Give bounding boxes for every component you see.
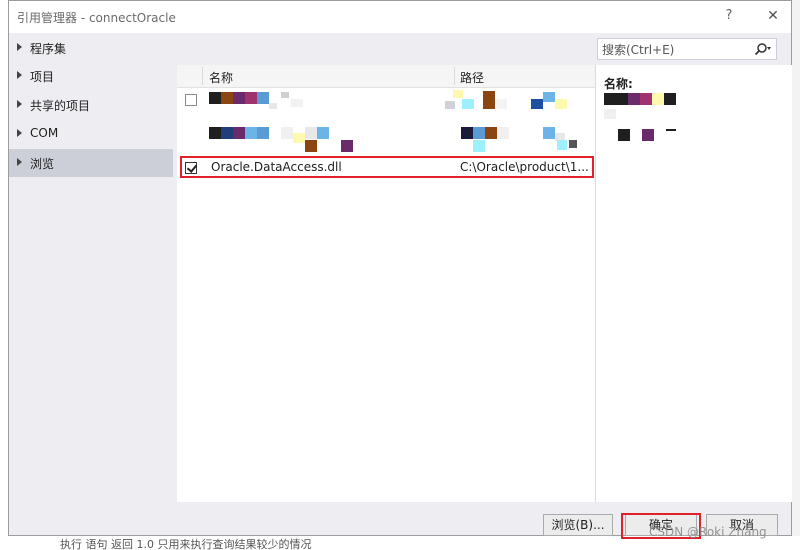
expand-arrow-icon: [17, 100, 22, 108]
close-button[interactable]: ✕: [761, 5, 785, 27]
table-row-selected[interactable]: Oracle.DataAccess.dll C:\Oracle\product\…: [177, 157, 595, 179]
background-text: 执行 语句 返回 1.0 只用来执行查询结果较少的情况: [60, 538, 312, 550]
column-header-name[interactable]: 名称: [209, 69, 233, 86]
window-title: 引用管理器 - connectOracle: [17, 11, 176, 25]
sidebar-item-shared-projects[interactable]: 共享的项目: [9, 91, 173, 119]
column-separator: [202, 67, 203, 85]
row-name: Oracle.DataAccess.dll: [211, 160, 342, 174]
column-header-path[interactable]: 路径: [460, 69, 484, 86]
sidebar-item-label: 项目: [30, 70, 55, 84]
help-button[interactable]: ?: [717, 5, 741, 27]
row-checkbox[interactable]: [185, 94, 197, 106]
row-checkbox-checked[interactable]: [185, 162, 197, 174]
expand-arrow-icon: [17, 71, 22, 79]
expand-arrow-icon: [17, 158, 22, 166]
search-box: [597, 38, 777, 60]
sidebar-item-assemblies[interactable]: 程序集: [9, 34, 173, 62]
sidebar-item-label: 浏览: [30, 157, 55, 171]
title-bar: 引用管理器 - connectOracle ? ✕: [9, 1, 791, 33]
table-row[interactable]: [177, 89, 595, 111]
search-icon[interactable]: [754, 42, 772, 56]
browse-button[interactable]: 浏览(B)...: [543, 514, 613, 536]
column-separator[interactable]: [454, 67, 455, 85]
row-path: C:\Oracle\product\1...: [460, 160, 589, 174]
sidebar-item-projects[interactable]: 项目: [9, 62, 173, 90]
sidebar-item-com[interactable]: COM: [9, 120, 173, 148]
sidebar-item-label: 程序集: [30, 42, 67, 56]
watermark: CSDN @Roki Zhang: [649, 525, 767, 539]
expand-arrow-icon: [17, 129, 22, 137]
table-row[interactable]: [177, 121, 595, 152]
search-input[interactable]: [600, 41, 754, 59]
list-header: 名称 路径: [177, 65, 595, 88]
background-editor-strip: [0, 0, 8, 550]
detail-panel: 名称:: [595, 65, 792, 502]
background-right-strip: [792, 0, 800, 550]
sidebar-item-browse[interactable]: 浏览: [9, 149, 173, 177]
sidebar-item-label: COM: [30, 126, 59, 140]
detail-name-label: 名称:: [604, 77, 633, 91]
sidebar-item-label: 共享的项目: [30, 99, 91, 113]
expand-arrow-icon: [17, 43, 22, 51]
sidebar: 程序集 项目 共享的项目 COM 浏览: [9, 33, 175, 473]
reference-list: 名称 路径 Oracle.DataAccess.dll C:\Oracle\pr…: [177, 65, 595, 502]
reference-manager-dialog: 引用管理器 - connectOracle ? ✕ 程序集 项目 共享的项目 C…: [8, 0, 792, 539]
